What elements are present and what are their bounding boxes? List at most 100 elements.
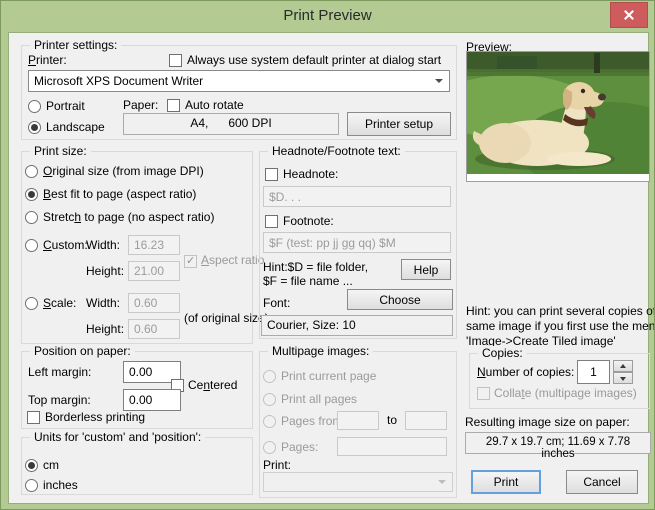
best-fit-label[interactable]: Best fit to page (aspect ratio) xyxy=(43,187,196,201)
result-size-label: Resulting image size on paper: xyxy=(465,415,630,429)
headfoot-hint-line1: Hint:$D = file folder, xyxy=(263,260,369,274)
portrait-label[interactable]: Portrait xyxy=(46,99,85,113)
borderless-checkbox[interactable] xyxy=(27,411,40,424)
spinner-up-button[interactable] xyxy=(613,360,633,372)
custom-height-input xyxy=(128,261,180,281)
print-all-pages-label: Print all pages xyxy=(281,392,358,406)
dialog-title: Print Preview xyxy=(283,7,372,24)
top-margin-input[interactable] xyxy=(123,389,181,411)
footnote-checkbox[interactable] xyxy=(265,215,278,228)
original-size-label[interactable]: Original size (from image DPI) xyxy=(43,164,204,178)
cm-label[interactable]: cm xyxy=(43,458,59,472)
custom-radio[interactable] xyxy=(25,239,38,252)
pages-from-label: Pages from: xyxy=(281,414,346,428)
borderless-label[interactable]: Borderless printing xyxy=(45,410,145,424)
footnote-label[interactable]: Footnote: xyxy=(283,214,334,228)
close-button[interactable] xyxy=(610,2,648,28)
spinner-down-button[interactable] xyxy=(613,372,633,384)
number-of-copies-input[interactable] xyxy=(577,360,610,384)
auto-rotate-checkbox[interactable] xyxy=(167,99,180,112)
landscape-label[interactable]: Landscape xyxy=(46,120,105,134)
position-title: Position on paper: xyxy=(30,344,135,358)
copies-hint-line2: same image if you first use the menu: xyxy=(466,319,655,333)
help-button[interactable]: Help xyxy=(401,259,451,280)
paper-info-field: A4, 600 DPI xyxy=(123,113,339,135)
printer-label: Printer: xyxy=(28,53,67,67)
printer-settings-title: Printer settings: xyxy=(30,38,122,52)
print-current-page-radio xyxy=(263,370,276,383)
centered-label[interactable]: Centered xyxy=(188,378,237,392)
scale-width-input xyxy=(128,293,180,313)
printer-select[interactable]: Microsoft XPS Document Writer xyxy=(28,70,450,92)
pages-from-input xyxy=(337,411,379,430)
custom-width-input xyxy=(128,235,180,255)
multipage-title: Multipage images: xyxy=(268,344,374,358)
multipage-print-select xyxy=(263,472,453,492)
landscape-radio[interactable] xyxy=(28,121,41,134)
pages-to-label: to xyxy=(387,413,398,427)
close-icon xyxy=(623,9,635,21)
top-margin-label: Top margin: xyxy=(28,393,91,407)
headfoot-hint-line2: $F = file name ... xyxy=(263,274,353,288)
result-size-field: 29.7 x 19.7 cm; 11.69 x 7.78 inches xyxy=(465,432,651,460)
preview-page xyxy=(466,51,650,182)
portrait-radio[interactable] xyxy=(28,100,41,113)
aspect-ratio-checkbox xyxy=(184,254,197,268)
cm-radio[interactable] xyxy=(25,459,38,472)
multipage-print-label: Print: xyxy=(263,458,292,472)
custom-height-label: Height: xyxy=(86,264,125,278)
printer-setup-button[interactable]: Printer setup xyxy=(347,112,451,136)
collate-label: Collate (multipage images) xyxy=(494,386,637,400)
print-current-page-label: Print current page xyxy=(281,369,377,383)
headnote-label[interactable]: Headnote: xyxy=(283,167,338,181)
headnote-checkbox[interactable] xyxy=(265,168,278,181)
stretch-radio[interactable] xyxy=(25,211,38,224)
scale-height-label: Height: xyxy=(86,322,125,336)
copies-title: Copies: xyxy=(478,346,527,360)
paper-label: Paper: xyxy=(123,98,159,112)
pages-list-label: Pages: xyxy=(281,440,319,454)
chevron-down-icon xyxy=(438,480,446,484)
scale-height-input xyxy=(128,319,180,339)
units-title: Units for 'custom' and 'position': xyxy=(30,430,206,444)
choose-font-button[interactable]: Choose xyxy=(347,289,453,310)
always-default-label[interactable]: Always use system default printer at dia… xyxy=(187,53,441,67)
print-button[interactable]: Print xyxy=(471,470,541,494)
auto-rotate-label[interactable]: Auto rotate xyxy=(185,98,244,112)
always-default-checkbox[interactable] xyxy=(169,54,182,67)
cancel-button[interactable]: Cancel xyxy=(566,470,638,494)
copies-hint-line1: Hint: you can print several copies of xyxy=(466,304,655,318)
print-size-title: Print size: xyxy=(30,144,91,158)
pages-list-radio xyxy=(263,441,276,454)
scale-radio[interactable] xyxy=(25,297,38,310)
best-fit-radio[interactable] xyxy=(25,188,38,201)
inches-label[interactable]: inches xyxy=(43,478,78,492)
pages-list-input xyxy=(337,437,447,456)
font-info-field: Courier, Size: 10 xyxy=(261,315,453,336)
original-size-radio[interactable] xyxy=(25,165,38,178)
collate-checkbox xyxy=(477,387,490,400)
headfoot-title: Headnote/Footnote text: xyxy=(268,144,405,158)
scale-width-label: Width: xyxy=(86,296,121,310)
scale-label[interactable]: Scale: xyxy=(43,296,76,310)
footnote-input xyxy=(263,232,451,253)
of-original-label: (of original size) xyxy=(184,311,269,325)
pages-from-radio xyxy=(263,415,276,428)
printer-select-value: Microsoft XPS Document Writer xyxy=(34,74,204,88)
number-of-copies-label: Number of copies: xyxy=(477,365,575,379)
font-label: Font: xyxy=(263,296,291,310)
left-margin-label: Left margin: xyxy=(28,365,92,379)
aspect-ratio-label: Aspect ratio xyxy=(201,253,265,267)
inches-radio[interactable] xyxy=(25,479,38,492)
print-all-pages-radio xyxy=(263,393,276,406)
spinner-up-icon xyxy=(620,364,626,368)
preview-image xyxy=(467,52,649,174)
spinner-down-icon xyxy=(620,377,626,381)
pages-to-input xyxy=(405,411,447,430)
copies-spinner xyxy=(613,360,633,384)
stretch-label[interactable]: Stretch to page (no aspect ratio) xyxy=(43,210,214,224)
custom-width-label: Width: xyxy=(86,238,121,252)
chevron-down-icon xyxy=(435,79,443,83)
headnote-input xyxy=(263,186,451,207)
custom-label[interactable]: Custom: xyxy=(43,238,88,252)
